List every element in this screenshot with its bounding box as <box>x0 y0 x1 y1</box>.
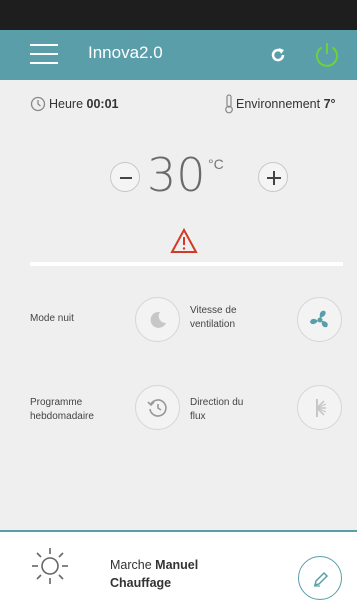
airflow-direction-button[interactable] <box>297 385 342 430</box>
pencil-icon <box>313 571 329 587</box>
clock-icon <box>30 96 46 112</box>
operating-mode-value: Manuel <box>155 558 199 572</box>
environment-value: 7° <box>323 97 336 111</box>
operating-mode: Marche Manuel <box>110 558 198 572</box>
airflow-direction-label: Direction du flux <box>190 397 244 422</box>
info-row: Heure 00:01 Environnement 7° <box>0 94 357 116</box>
thermometer-icon <box>225 94 233 114</box>
increase-temperature-button[interactable] <box>258 162 288 192</box>
app-bar: Innova2.0 <box>0 30 357 80</box>
temperature-unit: °C <box>208 156 224 172</box>
hamburger-menu-icon[interactable] <box>30 42 58 66</box>
airflow-direction-icon <box>316 399 327 417</box>
warning-triangle-icon <box>170 228 198 253</box>
status-footer: Marche Manuel Chauffage <box>0 530 357 612</box>
refresh-icon[interactable] <box>268 45 288 65</box>
weekly-program-label: Programme hebdomadaire <box>30 397 94 422</box>
fan-speed-label: Vitesse de ventilation <box>190 305 237 330</box>
night-mode-button[interactable] <box>135 297 180 342</box>
operating-mode-prefix: Marche <box>110 558 152 572</box>
temperature-value: 30 <box>147 148 206 202</box>
status-divider <box>30 262 343 266</box>
weekly-program-button[interactable] <box>135 385 180 430</box>
night-mode-label: Mode nuit <box>30 313 74 324</box>
decrease-temperature-button[interactable] <box>110 162 140 192</box>
operating-function: Chauffage <box>110 576 172 590</box>
fan-icon <box>310 310 328 328</box>
fan-speed-button[interactable] <box>297 297 342 342</box>
app-title: Innova2.0 <box>88 43 163 62</box>
status-bar <box>0 0 357 30</box>
weekly-clock-icon <box>147 399 167 417</box>
environment-display: Environnement 7° <box>236 97 336 111</box>
edit-button[interactable] <box>298 556 342 600</box>
minus-icon <box>120 177 132 179</box>
environment-label: Environnement <box>236 97 321 111</box>
moon-icon <box>150 311 166 328</box>
time-value: 00:01 <box>86 97 119 111</box>
sun-icon <box>32 548 68 584</box>
power-icon[interactable] <box>313 41 341 69</box>
time-label: Heure <box>49 97 84 111</box>
time-display: Heure 00:01 <box>49 97 119 111</box>
